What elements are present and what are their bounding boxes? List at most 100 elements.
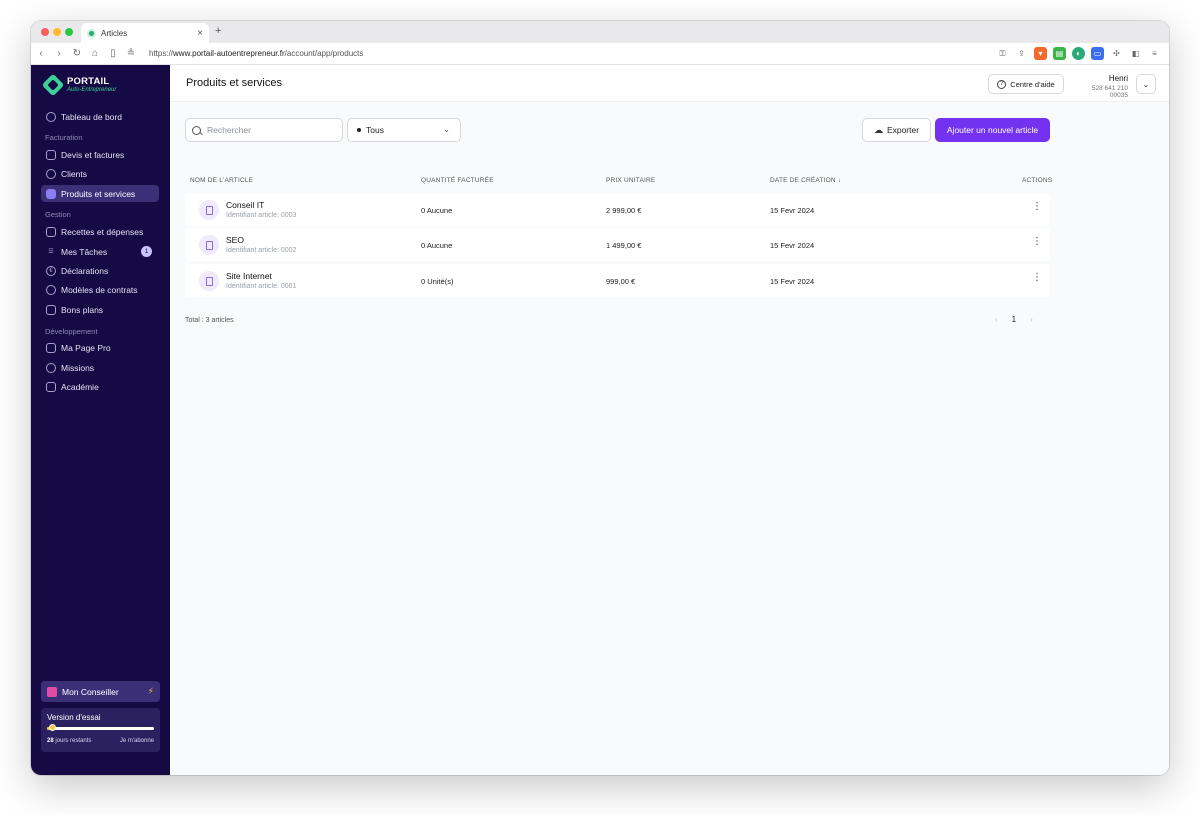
brave-shield-icon[interactable]: ▾ <box>1034 47 1047 60</box>
article-id: Identifiant article: 0001 <box>226 283 297 290</box>
list-icon: ☰ <box>48 249 54 255</box>
extension-green-icon[interactable]: ▤ <box>1053 47 1066 60</box>
site-settings-icon[interactable]: ≗ <box>123 48 139 59</box>
help-icon: ? <box>997 79 1007 89</box>
forward-icon[interactable]: › <box>51 48 67 59</box>
user-info: Henri 528 641 210 00035 <box>1072 74 1128 99</box>
column-header-qty[interactable]: QUANTITÉ FACTURÉE <box>421 177 494 184</box>
sidebar-item-bons-plans[interactable]: Bons plans <box>41 301 159 318</box>
table-row[interactable]: SEO Identifiant article: 0002 0 Aucune 1… <box>185 228 1050 261</box>
logo-subtitle: Auto-Entrepreneur <box>67 86 117 93</box>
bookmark-icon[interactable]: ▯ <box>105 48 121 59</box>
home-icon[interactable]: ⌂ <box>87 48 103 59</box>
receipt-icon <box>46 226 56 237</box>
article-name: Conseil IT <box>226 200 265 210</box>
sidebar-item-label: Ma Page Pro <box>61 342 111 353</box>
extension-circle-icon[interactable]: ◐ <box>1072 47 1085 60</box>
sidebar-item-label: Déclarations <box>61 265 109 276</box>
help-label: Centre d'aide <box>1010 79 1055 89</box>
extension-blue-icon[interactable]: ▭ <box>1091 47 1104 60</box>
new-tab-icon[interactable]: + <box>215 25 221 37</box>
puzzle-icon[interactable]: ✣ <box>1110 47 1123 60</box>
sidebar-item-label: Tableau de bord <box>61 111 122 122</box>
url-host: www.portail-autoentrepreneur.fr <box>173 49 285 58</box>
prev-page-icon[interactable]: ‹ <box>995 315 998 324</box>
favicon-icon <box>87 28 96 38</box>
table-header: NOM DE L'ARTICLE QUANTITÉ FACTURÉE PRIX … <box>185 177 1053 187</box>
sidebar-item-page-pro[interactable]: Ma Page Pro <box>41 339 159 356</box>
next-page-icon[interactable]: › <box>1030 315 1033 324</box>
subscribe-link[interactable]: Je m'abonne <box>120 738 154 744</box>
sidebar-item-clients[interactable]: Clients <box>41 165 159 182</box>
column-header-name[interactable]: NOM DE L'ARTICLE <box>190 177 253 184</box>
article-name: Site Internet <box>226 271 272 281</box>
add-article-button[interactable]: Ajouter un nouvel article <box>935 118 1050 142</box>
url-path: /account/app/products <box>284 49 364 58</box>
sidebar-item-devis[interactable]: Devis et factures <box>41 146 159 163</box>
page-header: Produits et services ? Centre d'aide Hen… <box>170 65 1169 102</box>
trial-progress-knob <box>49 724 57 731</box>
sidebar-item-label: Devis et factures <box>61 149 125 160</box>
trial-days-remaining: 28 jours restants <box>47 738 91 744</box>
more-actions-icon[interactable]: ⋮ <box>1032 273 1042 283</box>
search-box[interactable] <box>185 118 343 142</box>
sidebar-item-academie[interactable]: Académie <box>41 378 159 395</box>
filter-select[interactable]: Tous ⌄ <box>347 118 461 142</box>
export-button[interactable]: ☁ Exporter <box>862 118 931 142</box>
logo[interactable]: PORTAIL Auto-Entrepreneur <box>41 73 117 97</box>
sidebar-toggle-icon[interactable]: ◧ <box>1129 47 1142 60</box>
column-header-date[interactable]: DATE DE CRÉATION ↓ <box>770 177 841 184</box>
minimize-window-button[interactable] <box>53 28 61 36</box>
trial-title: Version d'essai <box>47 713 101 722</box>
book-icon <box>46 381 56 392</box>
share-icon[interactable]: ⇪ <box>1015 47 1028 60</box>
close-tab-icon[interactable]: × <box>197 28 203 39</box>
browser-tab[interactable]: Articles × <box>81 23 209 43</box>
sidebar-item-missions[interactable]: Missions <box>41 359 159 376</box>
user-siret: 528 641 210 00035 <box>1091 85 1128 99</box>
maximize-window-button[interactable] <box>65 28 73 36</box>
product-icon <box>199 271 219 291</box>
pagination: ‹ 1 › <box>995 315 1033 324</box>
column-header-price[interactable]: PRIX UNITAIRE <box>606 177 655 184</box>
sidebar-item-dashboard[interactable]: Tableau de bord <box>41 108 159 125</box>
search-input[interactable] <box>207 125 337 135</box>
menu-icon[interactable]: ≡ <box>1148 47 1161 60</box>
sidebar-item-recettes[interactable]: Recettes et dépenses <box>41 223 159 240</box>
chevron-down-icon: ⌄ <box>443 125 450 134</box>
sidebar-item-modeles[interactable]: Modèles de contrats <box>41 281 159 298</box>
current-page[interactable]: 1 <box>1012 315 1016 324</box>
sidebar-item-declarations[interactable]: € Déclarations <box>41 262 159 279</box>
sidebar-item-label: Modèles de contrats <box>61 284 138 295</box>
sidebar-item-produits[interactable]: Produits et services <box>41 185 159 202</box>
logo-title: PORTAIL <box>67 76 110 88</box>
reload-icon[interactable]: ↻ <box>69 48 85 59</box>
product-icon <box>199 200 219 220</box>
bolt-icon: ⚡ <box>147 686 154 696</box>
key-icon[interactable]: ⚿ <box>996 47 1009 60</box>
more-actions-icon[interactable]: ⋮ <box>1032 202 1042 212</box>
trial-days-suffix: jours restants <box>53 738 92 744</box>
section-developpement: Développement <box>45 327 98 336</box>
sidebar-item-taches[interactable]: ☰ Mes Tâches 1 <box>41 243 159 260</box>
table-row[interactable]: Site Internet Identifiant article: 0001 … <box>185 264 1050 297</box>
close-window-button[interactable] <box>41 28 49 36</box>
article-price: 2 999,00 € <box>606 206 642 215</box>
user-menu-button[interactable]: ⌄ <box>1136 74 1156 94</box>
chevron-down-icon: ⌄ <box>1142 79 1150 89</box>
article-date: 15 Fevr 2024 <box>770 241 815 250</box>
url-field[interactable]: https://www.portail-autoentrepreneur.fr/… <box>149 49 363 58</box>
help-center-button[interactable]: ? Centre d'aide <box>988 74 1064 94</box>
table-row[interactable]: Conseil IT Identifiant article: 0003 0 A… <box>185 193 1050 226</box>
url-scheme: https:// <box>149 49 174 58</box>
ticket-icon <box>46 304 56 315</box>
column-header-actions: ACTIONS <box>1022 177 1053 184</box>
section-gestion: Gestion <box>45 210 71 219</box>
back-icon[interactable]: ‹ <box>33 48 49 59</box>
mon-conseiller-button[interactable]: Mon Conseiller ⚡ <box>41 681 160 702</box>
page-title: Produits et services <box>186 77 282 89</box>
briefcase-icon <box>46 362 56 373</box>
more-actions-icon[interactable]: ⋮ <box>1032 237 1042 247</box>
address-bar: ‹ › ↻ ⌂ ▯ ≗ https://www.portail-autoentr… <box>31 43 1169 65</box>
toolbar: Tous ⌄ ☁ Exporter Ajouter un nouvel arti… <box>185 118 1050 142</box>
